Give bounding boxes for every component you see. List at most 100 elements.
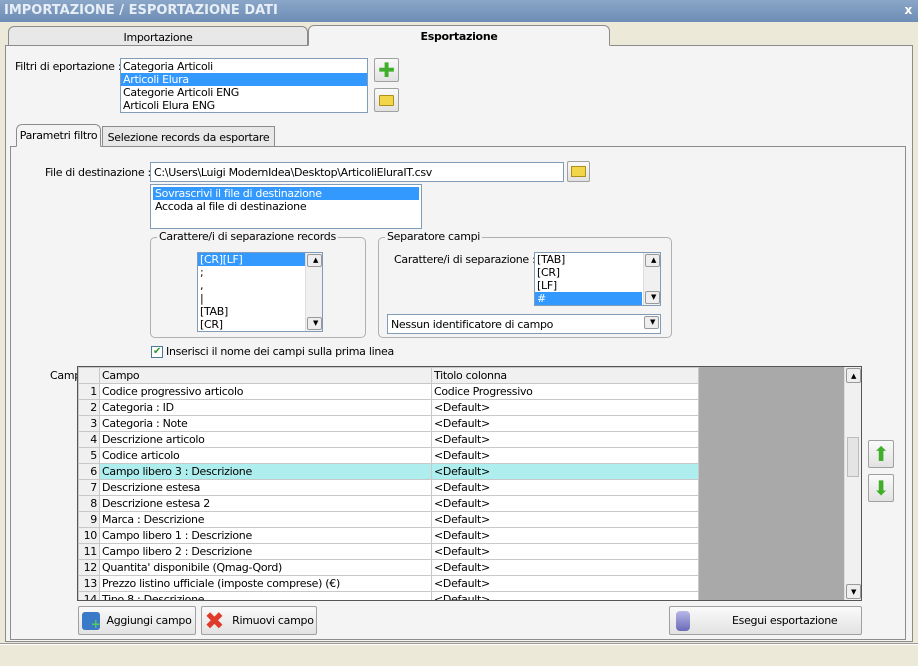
browse-button[interactable]	[567, 161, 590, 182]
table-row[interactable]: 11 Campo libero 2 : Descrizione <Default>	[78, 543, 699, 560]
cell-n[interactable]: 4	[78, 431, 100, 448]
table-row[interactable]: 12 Quantita' disponibile (Qmag-Qord) <Defa…	[78, 559, 699, 576]
cell-titolo[interactable]: <Default>	[431, 527, 699, 544]
list-item[interactable]: ;	[198, 266, 305, 279]
cell-titolo[interactable]: <Default>	[431, 495, 699, 512]
cell-campo[interactable]: Quantita' disponibile (Qmag-Qord)	[99, 559, 432, 576]
filters-list[interactable]: Categoria Articoli Articoli Elura Categori…	[120, 58, 368, 113]
table-row[interactable]: 6 Campo libero 3 : Descrizione <Default>	[78, 463, 699, 480]
cell-titolo[interactable]: <Default>	[431, 399, 699, 416]
add-field-button[interactable]: + Aggiungi campo	[78, 606, 196, 635]
list-item[interactable]: [CR][LF]	[198, 253, 305, 266]
list-item[interactable]: ,	[198, 279, 305, 292]
list-item[interactable]: |	[198, 292, 305, 305]
table-row[interactable]: 8 Descrizione estesa 2 <Default>	[78, 495, 699, 512]
table-row[interactable]: 1 Codice progressivo articolo Codice Progr…	[78, 383, 699, 400]
cell-n[interactable]: 5	[78, 447, 100, 464]
move-down-button[interactable]: ⬇	[868, 474, 894, 502]
scroll-up-icon[interactable]: ▲	[846, 368, 861, 383]
cell-campo[interactable]: Descrizione estesa	[99, 479, 432, 496]
column-header[interactable]: Titolo colonna	[431, 367, 699, 384]
column-header[interactable]: Campo	[99, 367, 432, 384]
cell-titolo[interactable]: <Default>	[431, 591, 699, 600]
cell-n[interactable]: 12	[78, 559, 100, 576]
add-filter-button[interactable]: ✚	[374, 58, 399, 82]
table-row[interactable]: 14 Tipo 8 : Descrizione <Default>	[78, 591, 699, 600]
header-checkbox-row[interactable]: ✔ Inserisci il nome dei campi sulla prim…	[151, 345, 394, 358]
cell-n[interactable]: 1	[78, 383, 100, 400]
cell-campo[interactable]: Categoria : Note	[99, 415, 432, 432]
table-row[interactable]: 4 Descrizione articolo <Default>	[78, 431, 699, 448]
list-item[interactable]: Categorie Articoli ENG	[121, 86, 367, 99]
scroll-down-icon[interactable]: ▼	[307, 317, 322, 330]
table-row[interactable]: 2 Categoria : ID <Default>	[78, 399, 699, 416]
cell-campo[interactable]: Campo libero 1 : Descrizione	[99, 527, 432, 544]
table-row[interactable]: 10 Campo libero 1 : Descrizione <Default>	[78, 527, 699, 544]
tab-importazione[interactable]: Importazione	[8, 26, 308, 46]
list-item[interactable]: [CR]	[535, 266, 642, 279]
tab-parametri-filtro[interactable]: Parametri filtro	[16, 124, 101, 147]
cell-campo[interactable]: Descrizione estesa 2	[99, 495, 432, 512]
scrollbar[interactable]: ▲ ▼	[643, 253, 660, 305]
cell-campo[interactable]: Tipo 8 : Descrizione	[99, 591, 432, 600]
fields-grid[interactable]: Campo Titolo colonna 1 Codice progressivo …	[77, 366, 862, 601]
remove-field-button[interactable]: ✖ Rimuovi campo	[201, 606, 317, 635]
chevron-down-icon[interactable]: ▼	[644, 316, 659, 329]
cell-titolo[interactable]: <Default>	[431, 431, 699, 448]
open-filter-button[interactable]	[374, 88, 399, 112]
cell-titolo[interactable]: <Default>	[431, 447, 699, 464]
list-item[interactable]: [TAB]	[198, 305, 305, 318]
table-row[interactable]: 13 Prezzo listino ufficiale (imposte comp…	[78, 575, 699, 592]
tab-esportazione[interactable]: Esportazione	[308, 25, 610, 46]
cell-campo[interactable]: Codice progressivo articolo	[99, 383, 432, 400]
list-item[interactable]: Categoria Articoli	[121, 60, 367, 73]
cell-n[interactable]: 7	[78, 479, 100, 496]
scroll-down-icon[interactable]: ▼	[846, 584, 861, 599]
table-row[interactable]: 3 Categoria : Note <Default>	[78, 415, 699, 432]
scroll-thumb[interactable]	[847, 437, 859, 477]
cell-campo[interactable]: Descrizione articolo	[99, 431, 432, 448]
table-row[interactable]: 7 Descrizione estesa <Default>	[78, 479, 699, 496]
list-item[interactable]: #	[535, 292, 642, 305]
cell-n[interactable]: 9	[78, 511, 100, 528]
cell-n[interactable]: 10	[78, 527, 100, 544]
cell-campo[interactable]: Marca : Descrizione	[99, 511, 432, 528]
scroll-up-icon[interactable]: ▲	[645, 254, 660, 267]
write-mode-list[interactable]: Sovrascrivi il file di destinazione Accod…	[150, 184, 422, 229]
list-item[interactable]: Accoda al file di destinazione	[153, 200, 419, 213]
cell-titolo[interactable]: Codice Progressivo	[431, 383, 699, 400]
list-item[interactable]: Articoli Elura ENG	[121, 99, 367, 112]
cell-titolo[interactable]: <Default>	[431, 559, 699, 576]
cell-campo[interactable]: Campo libero 2 : Descrizione	[99, 543, 432, 560]
scroll-up-icon[interactable]: ▲	[307, 254, 322, 267]
cell-campo[interactable]: Prezzo listino ufficiale (imposte compre…	[99, 575, 432, 592]
cell-titolo[interactable]: <Default>	[431, 511, 699, 528]
list-item[interactable]: [CR]	[198, 318, 305, 331]
cell-n[interactable]: 11	[78, 543, 100, 560]
cell-n[interactable]: 6	[78, 463, 100, 480]
cell-campo[interactable]: Categoria : ID	[99, 399, 432, 416]
scroll-down-icon[interactable]: ▼	[645, 291, 660, 304]
destination-input[interactable]: C:\Users\Luigi ModernIdea\Desktop\Artico…	[150, 162, 564, 182]
list-item[interactable]: Articoli Elura	[121, 73, 367, 86]
cell-titolo[interactable]: <Default>	[431, 415, 699, 432]
export-button[interactable]: Esegui esportazione	[669, 606, 862, 635]
cell-titolo[interactable]: <Default>	[431, 543, 699, 560]
cell-campo[interactable]: Campo libero 3 : Descrizione	[99, 463, 432, 480]
table-row[interactable]: 5 Codice articolo <Default>	[78, 447, 699, 464]
move-up-button[interactable]: ⬆	[868, 440, 894, 468]
cell-n[interactable]: 13	[78, 575, 100, 592]
cell-titolo[interactable]: <Default>	[431, 463, 699, 480]
table-row[interactable]: 9 Marca : Descrizione <Default>	[78, 511, 699, 528]
scrollbar[interactable]: ▲ ▼	[305, 253, 322, 331]
cell-n[interactable]: 3	[78, 415, 100, 432]
cell-n[interactable]: 2	[78, 399, 100, 416]
list-item[interactable]: [TAB]	[535, 253, 642, 266]
cell-titolo[interactable]: <Default>	[431, 479, 699, 496]
tab-selezione-records[interactable]: Selezione records da esportare	[102, 126, 275, 146]
cell-titolo[interactable]: <Default>	[431, 575, 699, 592]
close-icon[interactable]: x	[905, 3, 913, 17]
list-item[interactable]: Sovrascrivi il file di destinazione	[153, 187, 419, 200]
cell-n[interactable]: 14	[78, 591, 100, 600]
cell-campo[interactable]: Codice articolo	[99, 447, 432, 464]
